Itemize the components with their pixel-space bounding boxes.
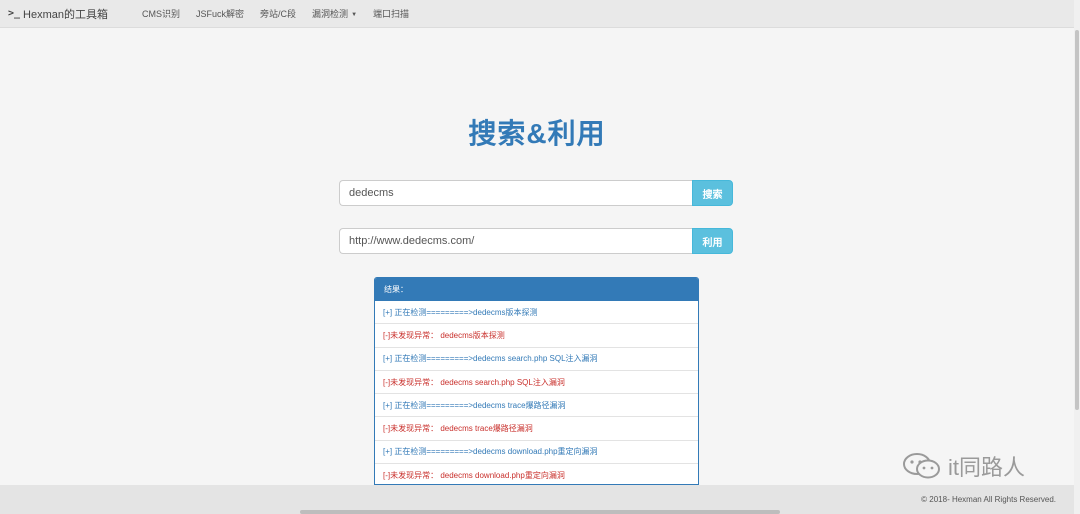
result-row: [-]未发现异常： dedecms download.php重定向漏洞 xyxy=(375,464,698,484)
watermark: it同路人 xyxy=(902,450,1025,482)
result-row: [-]未发现异常： dedecms trace爆路径漏洞 xyxy=(375,417,698,441)
nav-item-vuln-detect-label: 漏洞检测 xyxy=(312,9,349,19)
nav-item-vuln-detect-dropdown[interactable]: 漏洞检测 ▼ xyxy=(312,7,357,20)
result-row: [+] 正在检测=========>dedecms trace爆路径漏洞 xyxy=(375,394,698,418)
page-title: 搜索&利用 xyxy=(468,118,606,149)
top-navbar: >_ Hexman的工具箱 CMS识别 JSFuck解密 旁站/C段 漏洞检测 ▼… xyxy=(0,0,1074,28)
brand-link[interactable]: >_ Hexman的工具箱 xyxy=(8,6,108,22)
target-url-input[interactable] xyxy=(339,228,692,254)
watermark-text: it同路人 xyxy=(948,455,1026,480)
search-button[interactable]: 搜索 xyxy=(692,180,733,206)
nav-item-side-station[interactable]: 旁站/C段 xyxy=(260,7,296,20)
results-heading: 结果： xyxy=(375,278,698,301)
scrollbar-thumb[interactable] xyxy=(1075,30,1079,410)
brand-name: Hexman的工具箱 xyxy=(23,8,109,21)
result-row: [-]未发现异常： dedecms search.php SQL注入漏洞 xyxy=(375,371,698,395)
result-row: [+] 正在检测=========>dedecms download.php重定… xyxy=(375,441,698,465)
result-row: [+] 正在检测=========>dedecms版本探测 xyxy=(375,301,698,325)
nav-item-jsfuck[interactable]: JSFuck解密 xyxy=(196,7,244,20)
caret-down-icon: ▼ xyxy=(351,11,358,18)
search-input[interactable] xyxy=(339,180,692,206)
nav-item-cms[interactable]: CMS识别 xyxy=(142,7,180,20)
bottom-bar xyxy=(300,510,780,514)
copyright-text: © 2018- Hexman All Rights Reserved. xyxy=(921,495,1056,504)
exploit-button[interactable]: 利用 xyxy=(692,228,733,254)
nav-menu: CMS识别 JSFuck解密 旁站/C段 漏洞检测 ▼ 端口扫描 xyxy=(142,7,425,20)
exploit-group: 利用 xyxy=(339,228,733,254)
wechat-icon xyxy=(903,453,940,479)
result-row: [+] 正在检测=========>dedecms search.php SQL… xyxy=(375,348,698,371)
result-row: [-]未发现异常： dedecms版本探测 xyxy=(375,324,698,348)
nav-item-port-scan[interactable]: 端口扫描 xyxy=(373,7,409,20)
results-panel: 结果： [+] 正在检测=========>dedecms版本探测 [-]未发现… xyxy=(374,277,699,485)
search-group: 搜索 xyxy=(339,180,733,206)
page-scrollbar[interactable] xyxy=(1074,0,1080,514)
terminal-icon: >_ xyxy=(8,8,21,19)
